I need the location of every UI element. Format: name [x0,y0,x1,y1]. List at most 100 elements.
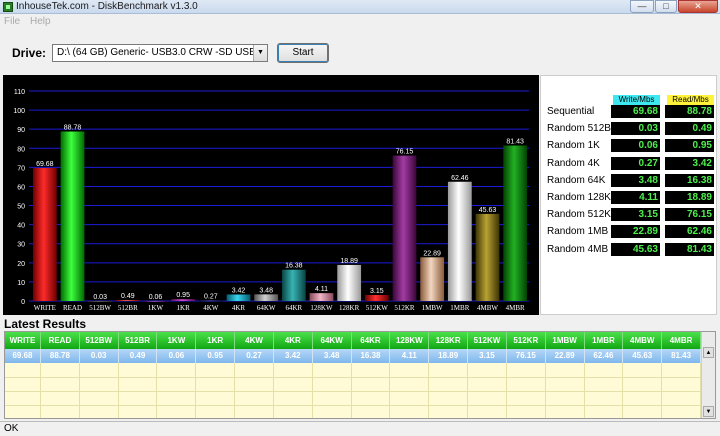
data-label: 0.27 [204,293,218,300]
bar-1kw [143,300,168,302]
scroll-up-icon[interactable]: ▲ [703,347,714,358]
x-tick-label: 1KW [148,304,164,312]
grid-header-4kw[interactable]: 4KW [235,332,274,349]
grid-header-512bw[interactable]: 512BW [79,332,119,349]
grid-header-1kw[interactable]: 1KW [157,332,197,349]
grid-cell[interactable]: 0.49 [118,349,158,363]
read-value: 3.42 [665,156,714,170]
x-tick-label: 128KW [310,304,333,312]
x-tick-label: 4KW [203,304,219,312]
data-label: 81.43 [506,139,524,146]
start-button[interactable]: Start [277,43,329,63]
grid-header-4mbw[interactable]: 4MBW [623,332,663,349]
data-label: 0.03 [93,294,107,301]
x-tick-label: 1KR [177,304,191,312]
grid-divider [5,377,715,378]
grid-cell[interactable]: 18.89 [429,349,469,363]
grid-cell[interactable]: 0.03 [79,349,119,363]
write-value: 0.03 [611,122,660,136]
grid-header-1mbw[interactable]: 1MBW [545,332,585,349]
bar-4mbr [503,145,528,301]
data-label: 4.11 [315,286,328,293]
close-icon[interactable]: ✕ [678,0,718,13]
grid-header-4kr[interactable]: 4KR [273,332,313,349]
grid-cell[interactable]: 62.46 [584,349,624,363]
grid-header-128kr[interactable]: 128KR [429,332,469,349]
grid-cell[interactable]: 45.63 [623,349,663,363]
minimize-icon[interactable]: — [630,0,654,13]
maximize-icon[interactable]: □ [655,0,677,13]
read-value: 18.89 [665,191,714,204]
x-tick-label: 1MBW [422,304,443,312]
grid-cell[interactable]: 16.38 [351,349,391,363]
grid-cell[interactable]: 69.68 [5,349,41,363]
data-label: 62.46 [451,175,469,182]
read-column-header: Read/Mbs [667,95,714,105]
x-tick-label: 64KR [285,304,302,312]
grid-cell[interactable]: 3.48 [312,349,352,363]
write-value: 3.15 [611,208,660,222]
bar-64kr [281,269,306,301]
data-label: 16.38 [285,263,303,270]
x-tick-label: READ [63,304,82,312]
read-value: 16.38 [665,173,714,187]
benchmark-chart-svg: 0 10 20 30 40 50 60 70 80 90 100 110 69.68 WRITE 88.78… [13,89,529,312]
latest-results-grid: WRITE 69.68 READ 88.78 512BW 0.03 512BR 0.49 1KW… [4,331,716,419]
grid-cell[interactable]: 0.06 [157,349,197,363]
grid-cell[interactable]: 81.43 [662,349,701,363]
bar-512bw [88,300,113,302]
drive-select[interactable]: D:\ (64 GB) Generic- USB3.0 CRW -SD USB … [52,44,268,62]
data-label: 18.89 [340,258,358,265]
write-value: 0.06 [611,139,660,153]
menu-help[interactable]: Help [30,16,51,27]
scroll-down-icon[interactable]: ▼ [703,406,714,417]
grid-header-512br[interactable]: 512BR [118,332,158,349]
grid-cell[interactable]: 4.11 [390,349,430,363]
grid-header-4mbr[interactable]: 4MBR [662,332,701,349]
x-tick-label: 512BW [89,304,111,312]
grid-header-512kw[interactable]: 512KW [468,332,507,349]
grid-cell[interactable]: 3.42 [273,349,313,363]
grid-cell[interactable]: 3.15 [468,349,507,363]
y-tick-label: 70 [17,165,25,172]
grid-header-128kw[interactable]: 128KW [390,332,430,349]
data-label: 0.95 [176,292,190,299]
grid-header-write[interactable]: WRITE [5,332,41,349]
grid-header-1mbr[interactable]: 1MBR [584,332,624,349]
x-tick-label: 512KW [366,304,389,312]
read-value: 88.78 [665,105,714,118]
y-tick-label: 40 [17,223,25,230]
grid-cell[interactable]: 0.95 [196,349,236,363]
read-value: 76.15 [665,208,714,222]
grid-scrollbar[interactable]: ▲ ▼ [701,332,715,418]
x-tick-label: 4MBR [506,304,525,312]
write-value: 3.48 [611,173,660,187]
grid-header-read[interactable]: READ [41,332,80,349]
result-row-label: Random 1MB [547,226,609,238]
grid-cell[interactable]: 0.27 [235,349,274,363]
result-row-label: Random 4K [547,157,600,169]
y-tick-label: 30 [17,242,25,249]
data-label: 3.48 [259,287,273,294]
menu-file[interactable]: File [4,16,20,27]
write-value: 4.11 [611,191,660,204]
grid-cell[interactable]: 76.15 [506,349,546,363]
chevron-down-icon[interactable]: ▼ [253,45,267,61]
write-column-header: Write/Mbs [613,95,660,105]
benchmark-chart: 0 10 20 30 40 50 60 70 80 90 100 110 69.68 WRITE 88.78… [3,75,539,315]
window-controls: — □ ✕ [630,0,718,13]
grid-cell[interactable]: 88.78 [41,349,80,363]
grid-header-64kw[interactable]: 64KW [312,332,352,349]
read-value: 81.43 [665,242,714,256]
result-row-label: Random 4MB [547,243,609,255]
grid-divider [5,405,715,406]
grid-header-512kr[interactable]: 512KR [506,332,546,349]
grid-cell[interactable]: 22.89 [545,349,585,363]
grid-header-64kr[interactable]: 64KR [351,332,391,349]
y-tick-label: 100 [13,108,25,115]
grid-header-1kr[interactable]: 1KR [196,332,236,349]
result-row-label: Random 512B [547,123,611,135]
x-tick-label: 512BR [118,304,138,312]
data-label: 0.06 [149,294,163,301]
results-panel: Write/Mbs Read/Mbs Sequential 69.68 88.78 Ran… [540,75,717,315]
